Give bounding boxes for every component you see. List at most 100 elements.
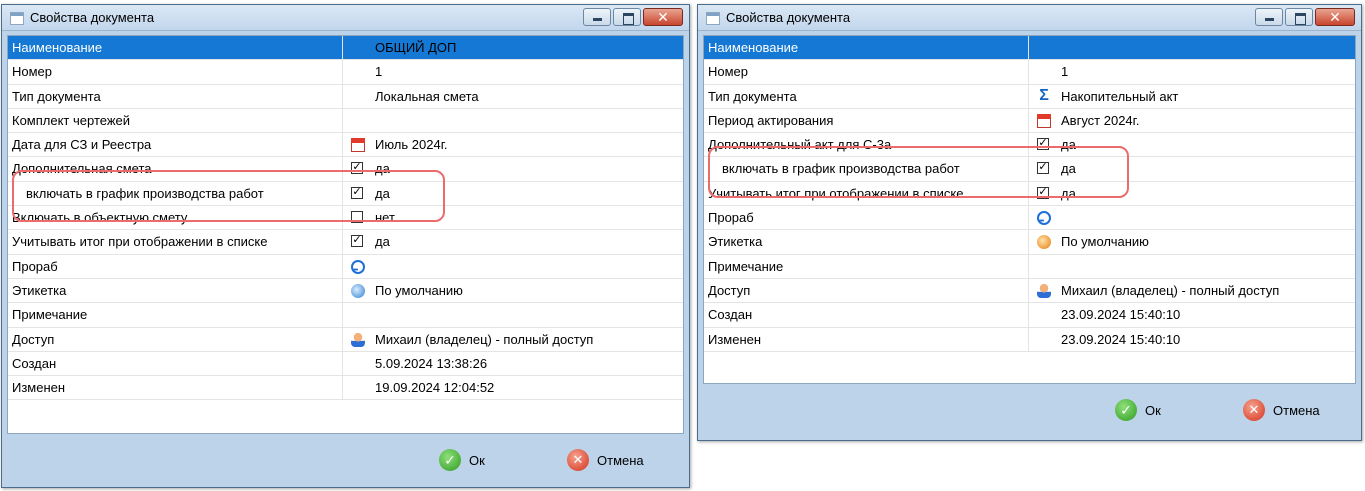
property-value: Локальная смета [375, 88, 479, 104]
user-icon [1037, 283, 1051, 298]
property-label: Изменен [704, 327, 1029, 351]
property-value: Михаил (владелец) - полный доступ [1061, 282, 1280, 298]
property-row-name[interactable]: Наименование ОБЩИЙ ДОП [8, 36, 683, 61]
property-label: Доступ [8, 327, 343, 351]
ok-button[interactable]: ✓ Ок [439, 447, 485, 473]
ellipsis-icon[interactable] [1037, 210, 1051, 233]
property-label: Этикетка [8, 278, 343, 303]
property-value: Июль 2024г. [375, 137, 448, 153]
ok-label: Ок [1145, 402, 1161, 418]
close-button[interactable]: ✕ [1315, 8, 1355, 26]
property-label: Наименование [704, 36, 1029, 60]
property-label: Комплект чертежей [8, 108, 343, 133]
property-row-date[interactable]: Дата для СЗ и Реестра Июль 2024г. [8, 133, 683, 158]
property-label: Изменен [8, 376, 343, 400]
property-row-access[interactable]: Доступ Михаил (владелец) - полный доступ [8, 327, 683, 352]
property-value: ОБЩИЙ ДОП [375, 40, 457, 55]
property-value: 23.09.2024 15:40:10 [1061, 307, 1181, 323]
property-row-access[interactable]: Доступ Михаил (владелец) - полный доступ [704, 278, 1355, 304]
property-value: 5.09.2024 13:38:26 [375, 355, 488, 371]
property-label: Этикетка [704, 230, 1029, 254]
cancel-icon: ✕ [567, 449, 589, 471]
highlight-box [708, 146, 1129, 198]
property-label: Период актирования [704, 108, 1029, 133]
window-icon [10, 12, 24, 25]
property-row-foreman[interactable]: Прораб [8, 254, 683, 282]
cancel-button[interactable]: ✕ Отмена [1243, 397, 1320, 423]
property-row-total[interactable]: Учитывать итог при отображении в списке … [8, 230, 683, 255]
property-value: Август 2024г. [1061, 112, 1140, 128]
property-label: Наименование [8, 36, 343, 60]
cancel-icon: ✕ [1243, 399, 1265, 421]
property-value: Михаил (владелец) - полный доступ [375, 331, 594, 347]
window-title: Свойства документа [30, 10, 155, 25]
cancel-label: Отмена [1273, 402, 1320, 418]
property-row-label[interactable]: Этикетка По умолчанию [704, 230, 1355, 255]
property-row-note[interactable]: Примечание [8, 303, 683, 328]
property-label: Примечание [8, 303, 343, 327]
window-title: Свойства документа [726, 10, 851, 25]
minimize-button[interactable] [583, 8, 611, 26]
property-label: Создан [8, 351, 343, 376]
property-grid: Наименование Номер 1 Тип документа Σ Нако… [703, 35, 1356, 384]
property-label: Номер [8, 60, 343, 84]
property-value: 19.09.2024 12:04:52 [375, 380, 495, 396]
check-icon: ✓ [1115, 399, 1137, 421]
cancel-button[interactable]: ✕ Отмена [567, 447, 644, 473]
document-properties-dialog-2: Свойства документа ✕ Наименование Номер … [697, 4, 1362, 441]
check-icon: ✓ [439, 449, 461, 471]
property-label: Учитывать итог при отображении в списке [8, 230, 343, 254]
property-row-period[interactable]: Период актирования Август 2024г. [704, 108, 1355, 134]
property-label: Создан [704, 303, 1029, 327]
property-label: Прораб [704, 206, 1029, 230]
sigma-icon: Σ [1039, 86, 1049, 104]
maximize-button[interactable] [613, 8, 641, 26]
property-row-drawings[interactable]: Комплект чертежей [8, 108, 683, 134]
calendar-icon [351, 138, 365, 153]
property-label: Прораб [8, 254, 343, 278]
label-tag-icon [1037, 235, 1051, 250]
property-label: Доступ [704, 278, 1029, 303]
ok-button[interactable]: ✓ Ок [1115, 397, 1161, 423]
title-bar[interactable]: Свойства документа ✕ [2, 5, 689, 31]
user-icon [351, 332, 365, 347]
title-bar[interactable]: Свойства документа ✕ [698, 5, 1361, 31]
property-row-modified[interactable]: Изменен 19.09.2024 12:04:52 [8, 376, 683, 401]
property-value: По умолчанию [375, 282, 463, 298]
property-label: Дата для СЗ и Реестра [8, 133, 343, 157]
close-button[interactable]: ✕ [643, 8, 683, 26]
property-value: 23.09.2024 15:40:10 [1061, 331, 1181, 347]
cancel-label: Отмена [597, 452, 644, 468]
property-value: 1 [375, 64, 383, 80]
calendar-icon [1037, 113, 1051, 128]
highlight-box [12, 170, 445, 222]
property-label: Примечание [704, 254, 1029, 278]
dialog-footer: ✓ Ок ✕ Отмена [7, 437, 684, 483]
document-properties-dialog-1: Свойства документа ✕ Наименование ОБЩИЙ … [1, 4, 690, 488]
property-row-name[interactable]: Наименование [704, 36, 1355, 61]
property-row-doc-type[interactable]: Тип документа Локальная смета [8, 84, 683, 109]
property-row-created[interactable]: Создан 23.09.2024 15:40:10 [704, 303, 1355, 328]
property-row-label[interactable]: Этикетка По умолчанию [8, 278, 683, 304]
property-row-number[interactable]: Номер 1 [8, 60, 683, 85]
property-row-foreman[interactable]: Прораб [704, 206, 1355, 233]
checkbox[interactable]: ✓ [351, 235, 363, 248]
label-tag-icon [351, 283, 365, 298]
property-row-created[interactable]: Создан 5.09.2024 13:38:26 [8, 351, 683, 377]
minimize-button[interactable] [1255, 8, 1283, 26]
property-row-note[interactable]: Примечание [704, 254, 1355, 279]
maximize-button[interactable] [1285, 8, 1313, 26]
property-value: Накопительный акт [1061, 88, 1179, 104]
property-label: Тип документа [704, 84, 1029, 108]
property-label: Номер [704, 60, 1029, 84]
property-value: да [375, 234, 390, 250]
property-row-number[interactable]: Номер 1 [704, 60, 1355, 85]
property-row-doc-type[interactable]: Тип документа Σ Накопительный акт [704, 84, 1355, 109]
property-label: Тип документа [8, 84, 343, 108]
ellipsis-icon[interactable] [351, 259, 365, 282]
property-value: 1 [1061, 64, 1069, 80]
window-icon [706, 12, 720, 25]
property-row-modified[interactable]: Изменен 23.09.2024 15:40:10 [704, 327, 1355, 352]
property-value: По умолчанию [1061, 234, 1149, 250]
dialog-footer: ✓ Ок ✕ Отмена [703, 387, 1356, 433]
